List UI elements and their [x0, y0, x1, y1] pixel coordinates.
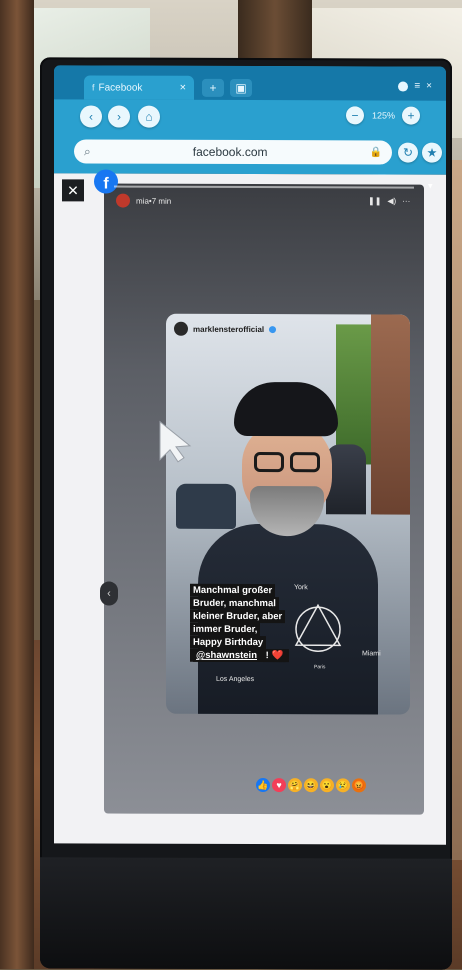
monitor-stand	[40, 857, 452, 970]
chevron-right-icon: ›	[117, 109, 121, 124]
back-button[interactable]: ‹	[80, 105, 102, 128]
reaction-love-icon[interactable]: ♥	[272, 778, 286, 793]
monitor: f Facebook × + ▣ ≡ × ‹ › ⌂ − 125% + ⌕ fa…	[40, 57, 452, 970]
url-input[interactable]	[90, 143, 370, 161]
reaction-sad-icon[interactable]: 😢	[336, 778, 350, 793]
reaction-wow-icon[interactable]: 😮	[320, 778, 334, 793]
previous-story-button[interactable]: ‹	[100, 581, 118, 606]
story-caption: Manchmal großer Bruder, manchmal kleiner…	[190, 583, 308, 663]
close-icon: ✕	[67, 181, 79, 198]
address-bar[interactable]: ⌕ 🔒	[74, 139, 392, 165]
tab-facebook[interactable]: f Facebook ×	[84, 75, 194, 100]
close-window-icon[interactable]: ×	[426, 81, 432, 92]
facebook-tab-icon: f	[92, 82, 95, 93]
hoodie-print-york: York	[294, 584, 308, 592]
lens-right	[290, 452, 320, 473]
zoom-level: 125%	[372, 110, 396, 121]
pause-icon[interactable]: ❚❚	[368, 196, 381, 205]
mouse-pointer-icon	[159, 420, 192, 463]
reload-button[interactable]: ↻	[398, 142, 418, 163]
glasses	[248, 452, 326, 474]
caption-suffix: ! ❤️	[260, 649, 287, 663]
plus-icon: +	[407, 108, 415, 123]
hat	[234, 381, 338, 437]
caption-line: Happy Birthday	[190, 635, 267, 650]
close-story-button[interactable]: ✕	[62, 179, 84, 202]
story-controls: ❚❚ ◀) ···	[368, 196, 410, 205]
caption-line: Bruder, manchmal	[190, 596, 279, 611]
facebook-story-page: ✕ f mia•7 min ❚❚ ◀) ··· ▾ marklensteroff…	[54, 169, 446, 845]
reaction-bar: 👍 ♥ 🤗 😆 😮 😢 😡	[256, 778, 366, 793]
chevron-down-icon[interactable]: ▾	[428, 181, 433, 192]
tab-overview-button[interactable]: ▣	[230, 78, 252, 98]
tab-title: Facebook	[98, 81, 143, 94]
tabs-icon: ▣	[235, 80, 247, 96]
caption-line: Manchmal großer	[190, 583, 276, 598]
reload-icon: ↻	[402, 145, 414, 160]
story-author[interactable]: mia•7 min	[116, 193, 172, 208]
card-username: marklensterofficial	[193, 324, 265, 334]
zoom-in-button[interactable]: +	[402, 106, 420, 125]
chevron-left-icon: ‹	[107, 587, 111, 600]
reaction-care-icon[interactable]: 🤗	[288, 778, 302, 793]
story-card[interactable]: marklensterofficial Manchmal großer Brud…	[166, 313, 410, 715]
hoodie-print-miami: Miami	[362, 650, 381, 658]
forward-button[interactable]: ›	[108, 105, 130, 128]
minus-icon: −	[351, 108, 359, 123]
search-icon: ⌕	[84, 143, 91, 158]
facebook-logo-icon[interactable]: f	[94, 169, 118, 194]
navigation-row: ‹ › ⌂ − 125% +	[54, 103, 446, 134]
lock-icon: 🔒	[369, 146, 382, 158]
caption-mention[interactable]: @shawnstein	[193, 648, 260, 663]
home-button[interactable]: ⌂	[138, 105, 160, 128]
reaction-like-icon[interactable]: 👍	[256, 778, 270, 793]
hoodie-print-la: Los Angeles	[216, 675, 255, 684]
zoom-out-button[interactable]: −	[346, 106, 364, 125]
reaction-angry-icon[interactable]: 😡	[352, 778, 366, 793]
lens-left	[254, 452, 284, 473]
chevron-left-icon: ‹	[89, 109, 93, 124]
tab-strip: f Facebook × + ▣ ≡ ×	[54, 65, 446, 101]
reaction-haha-icon[interactable]: 😆	[304, 778, 318, 793]
window-controls: ≡ ×	[398, 81, 432, 92]
volume-icon[interactable]: ◀)	[387, 196, 396, 205]
hoodie-print-paris: Paris	[314, 664, 326, 671]
home-icon: ⌂	[145, 109, 153, 124]
star-icon: ★	[426, 145, 438, 160]
author-avatar	[116, 193, 130, 208]
verified-icon	[269, 325, 277, 333]
tab-close-icon[interactable]: ×	[180, 82, 186, 94]
caption-line: kleiner Bruder, aber	[190, 609, 286, 624]
menu-icon[interactable]: ≡	[414, 81, 420, 92]
bookmark-button[interactable]: ★	[422, 142, 442, 163]
new-tab-button[interactable]: +	[202, 78, 224, 97]
person-photo	[198, 374, 378, 715]
author-name: mia•7 min	[136, 196, 172, 206]
card-avatar	[174, 321, 188, 336]
browser-chrome: f Facebook × + ▣ ≡ × ‹ › ⌂ − 125% + ⌕ fa…	[54, 65, 446, 175]
caption-line: immer Bruder,	[190, 622, 261, 637]
card-header: marklensterofficial	[174, 321, 277, 336]
curtain	[0, 0, 34, 969]
more-icon[interactable]: ···	[402, 197, 410, 206]
account-icon[interactable]	[398, 81, 409, 92]
